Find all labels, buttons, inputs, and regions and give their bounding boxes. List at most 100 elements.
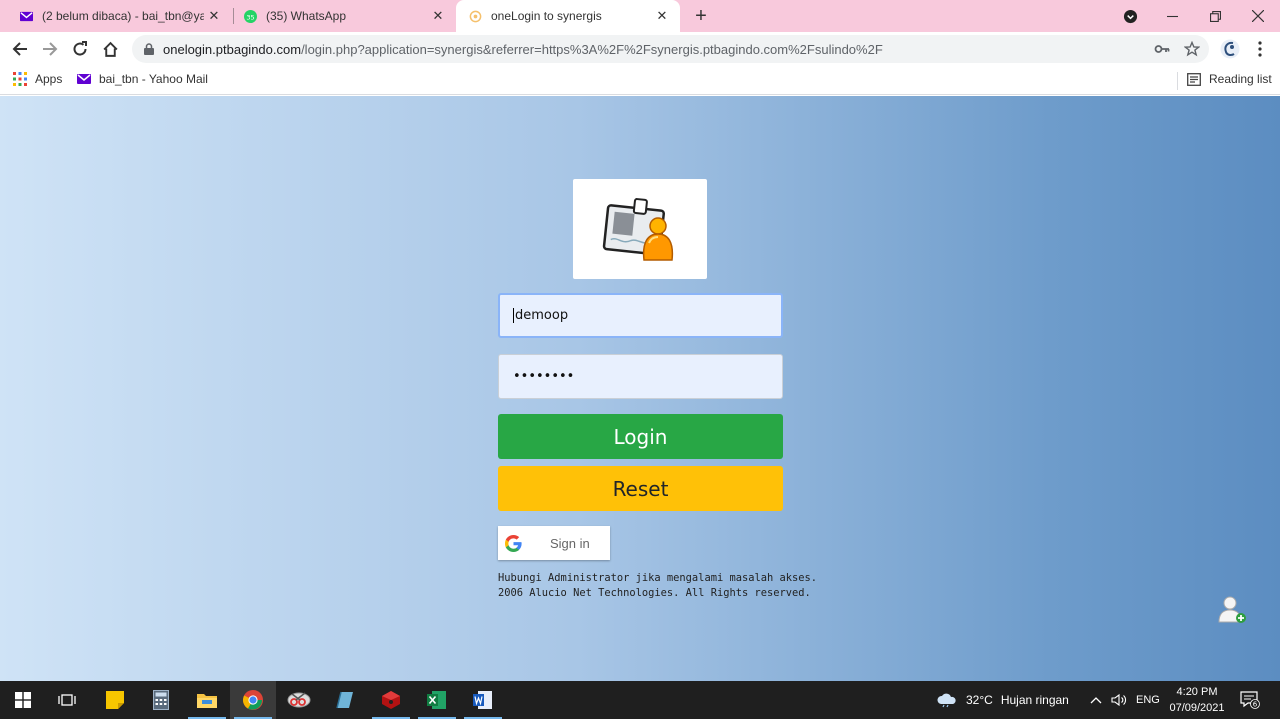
login-button-label: Login: [613, 424, 668, 449]
speaker-icon: [1111, 693, 1126, 707]
clock[interactable]: 4:20 PM 07/09/2021: [1164, 684, 1230, 716]
bookmark-label: Apps: [35, 72, 63, 86]
taskbar-app-red[interactable]: [368, 681, 414, 719]
taskbar-sticky-notes[interactable]: [92, 681, 138, 719]
kebab-menu-icon: [1258, 41, 1262, 57]
url-text[interactable]: onelogin.ptbagindo.com/login.php?applica…: [163, 42, 1123, 57]
tab-title: (35) WhatsApp: [266, 9, 347, 23]
yahoo-mail-icon: [20, 11, 33, 21]
minimize-button[interactable]: [1150, 0, 1194, 32]
avatar-icon: [1220, 39, 1240, 59]
footer-copyright-text: 2006 Alucio Net Technologies. All Rights…: [498, 587, 811, 599]
language-indicator[interactable]: ENG: [1136, 681, 1160, 719]
calculator-icon: [153, 690, 169, 710]
weather-description: Hujan ringan: [1000, 693, 1069, 707]
tab-search-icon: [1123, 9, 1137, 23]
reading-list-button[interactable]: Reading list: [1187, 72, 1272, 86]
login-page: demoop •••••••• Login Reset Sign in Hubu…: [0, 96, 1280, 681]
restore-button[interactable]: [1193, 0, 1237, 32]
key-icon[interactable]: [1154, 41, 1170, 57]
bookmark-label: bai_tbn - Yahoo Mail: [99, 72, 208, 86]
action-center-button[interactable]: 6: [1240, 681, 1260, 719]
close-tab-icon[interactable]: ✕: [428, 8, 448, 24]
close-tab-icon[interactable]: ✕: [652, 8, 672, 24]
excel-icon: [427, 691, 446, 709]
taskbar-calculator[interactable]: [138, 681, 184, 719]
login-button[interactable]: Login: [498, 414, 783, 459]
reading-list-icon: [1187, 72, 1201, 86]
reload-button[interactable]: [68, 37, 92, 61]
footer-text: Hubungi Administrator jika mengalami mas…: [498, 571, 817, 601]
weather-temperature: 32°C: [966, 693, 993, 707]
tab-whatsapp[interactable]: 35 (35) WhatsApp ✕: [224, 0, 456, 32]
lock-icon[interactable]: [144, 43, 154, 55]
url-host: onelogin.ptbagindo.com: [163, 42, 302, 57]
task-view-icon: [58, 694, 76, 706]
chrome-icon: [242, 690, 263, 710]
menu-button[interactable]: [1248, 37, 1272, 61]
task-view-button[interactable]: [44, 681, 90, 719]
browser-toolbar: onelogin.ptbagindo.com/login.php?applica…: [0, 32, 1280, 66]
tab-yahoo-mail[interactable]: (2 belum dibaca) - bai_tbn@yahoo.com ✕: [0, 0, 232, 32]
taskbar-snipping-tool[interactable]: [276, 681, 322, 719]
windows-taskbar: 32°C Hujan ringan ENG 4:20 PM 07/09/2021…: [0, 681, 1280, 719]
home-icon: [102, 41, 118, 57]
word-icon: [473, 691, 492, 709]
weather-widget[interactable]: 32°C Hujan ringan: [936, 681, 1069, 719]
forward-arrow-icon: [43, 42, 58, 56]
windows-logo-icon: [15, 692, 31, 708]
home-button[interactable]: [98, 37, 122, 61]
tab-title: (2 belum dibaca) - bai_tbn@yahoo.com: [42, 9, 204, 23]
show-hidden-icons-button[interactable]: [1090, 681, 1102, 719]
tab-strip: (2 belum dibaca) - bai_tbn@yahoo.com ✕ 3…: [0, 0, 1280, 32]
username-input[interactable]: demoop: [498, 293, 783, 338]
back-arrow-icon: [12, 42, 27, 56]
taskbar-word[interactable]: [460, 681, 506, 719]
new-tab-button[interactable]: +: [690, 4, 712, 28]
taskbar-app-blue[interactable]: [322, 681, 368, 719]
google-g-icon: [505, 534, 522, 552]
footer-contact-text: Hubungi Administrator jika mengalami mas…: [498, 572, 818, 584]
bookmark-yahoo-mail[interactable]: bai_tbn - Yahoo Mail: [77, 72, 208, 86]
google-sign-in-button[interactable]: Sign in: [498, 526, 610, 560]
yahoo-mail-icon: [77, 74, 91, 84]
google-sign-in-label: Sign in: [550, 535, 590, 551]
username-value: demoop: [515, 308, 569, 323]
tab-search-button[interactable]: [1108, 0, 1152, 32]
reset-button[interactable]: Reset: [498, 466, 783, 511]
language-label: ENG: [1136, 694, 1160, 706]
back-button[interactable]: [8, 37, 32, 61]
start-button[interactable]: [0, 681, 46, 719]
blue-book-icon: [336, 691, 353, 709]
bookmarks-bar: Apps bai_tbn - Yahoo Mail Reading list: [0, 66, 1280, 95]
notification-icon: 6: [1240, 691, 1260, 709]
forward-button[interactable]: [38, 37, 62, 61]
text-caret: [513, 308, 514, 323]
whatsapp-badge: 35: [246, 13, 254, 21]
taskbar-file-explorer[interactable]: [184, 681, 230, 719]
url-path: /login.php?application=synergis&referrer…: [301, 42, 883, 57]
close-tab-icon[interactable]: ✕: [204, 8, 224, 24]
clock-time: 4:20 PM: [1176, 686, 1218, 698]
restore-icon: [1209, 10, 1221, 22]
reset-button-label: Reset: [612, 476, 669, 501]
user-add-icon[interactable]: [1216, 593, 1250, 627]
volume-button[interactable]: [1111, 681, 1127, 719]
bookmark-separator: [1177, 72, 1178, 90]
password-input[interactable]: ••••••••: [498, 354, 783, 399]
address-bar[interactable]: onelogin.ptbagindo.com/login.php?applica…: [132, 35, 1209, 63]
cloud-rain-icon: [937, 693, 956, 708]
close-window-button[interactable]: [1236, 0, 1280, 32]
tab-onelogin[interactable]: oneLogin to synergis ✕: [456, 0, 680, 32]
reload-icon: [73, 41, 87, 56]
sticky-notes-icon: [106, 691, 124, 709]
notification-count: 6: [1253, 701, 1258, 709]
apps-grid-icon: [13, 72, 27, 86]
red-cube-icon: [382, 691, 400, 709]
bookmark-apps[interactable]: Apps: [13, 72, 62, 86]
bookmark-star-icon[interactable]: [1184, 41, 1200, 57]
taskbar-chrome[interactable]: [230, 681, 276, 719]
profile-button[interactable]: [1218, 37, 1242, 61]
taskbar-excel[interactable]: [414, 681, 460, 719]
tab-title: oneLogin to synergis: [491, 9, 602, 23]
